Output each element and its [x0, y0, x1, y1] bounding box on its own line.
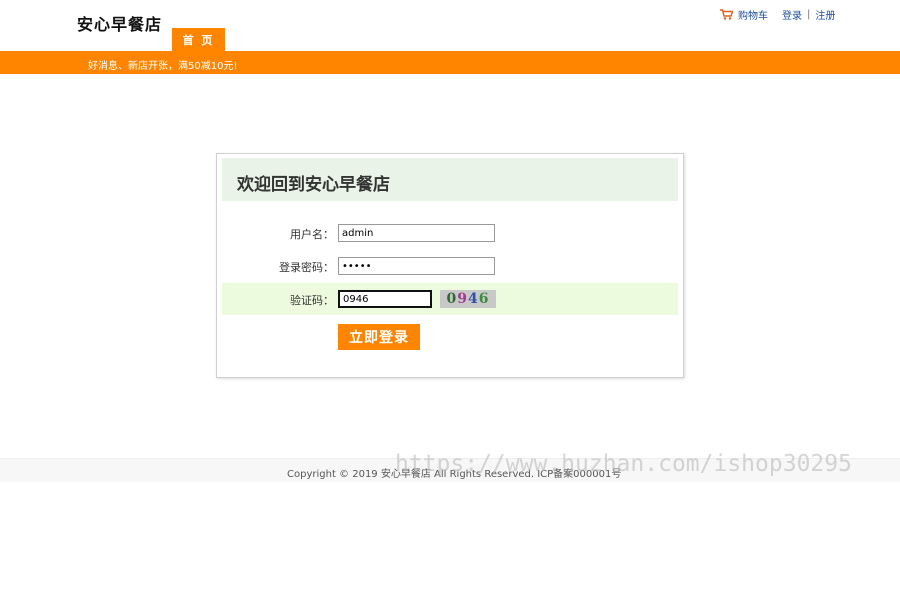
username-input[interactable]: [338, 224, 495, 242]
username-label: 用户名：: [290, 228, 334, 241]
cart-icon[interactable]: [720, 9, 733, 20]
captcha-label: 验证码：: [290, 294, 334, 307]
username-row: 用户名：: [222, 217, 678, 249]
captcha-digit: 9: [457, 291, 468, 307]
password-label: 登录密码：: [279, 261, 334, 274]
top-bar: 安心早餐店 首 页 购物车 登录 | 注册: [0, 0, 900, 51]
captcha-digit: 0: [446, 291, 458, 307]
captcha-row: 验证码： 0946: [222, 283, 678, 315]
link-separator: |: [807, 9, 811, 20]
login-panel: 欢迎回到安心早餐店 用户名： 登录密码： 验证码： 0946 立即登录: [216, 153, 684, 378]
panel-title: 欢迎回到安心早餐店: [237, 175, 390, 195]
password-input[interactable]: [338, 257, 495, 275]
nav-home-tab[interactable]: 首 页: [172, 28, 225, 51]
register-link[interactable]: 注册: [815, 7, 835, 22]
captcha-image[interactable]: 0946: [440, 290, 496, 308]
login-submit-button[interactable]: 立即登录: [338, 324, 420, 350]
user-links: 购物车 登录 | 注册: [720, 7, 835, 22]
site-logo[interactable]: 安心早餐店: [77, 11, 162, 35]
panel-header: 欢迎回到安心早餐店: [222, 158, 678, 201]
cart-link[interactable]: 购物车: [738, 7, 768, 22]
captcha-digit: 6: [478, 291, 490, 307]
password-row: 登录密码：: [222, 250, 678, 282]
captcha-digit: 4: [468, 291, 479, 307]
notice-text: 好消息、新店开张，满50减10元!: [88, 61, 238, 72]
watermark: https://www.huzhan.com/ishop30295: [395, 451, 852, 477]
notice-bar: 好消息、新店开张，满50减10元!: [0, 51, 900, 74]
login-link[interactable]: 登录: [782, 7, 802, 22]
captcha-input[interactable]: [338, 290, 432, 308]
